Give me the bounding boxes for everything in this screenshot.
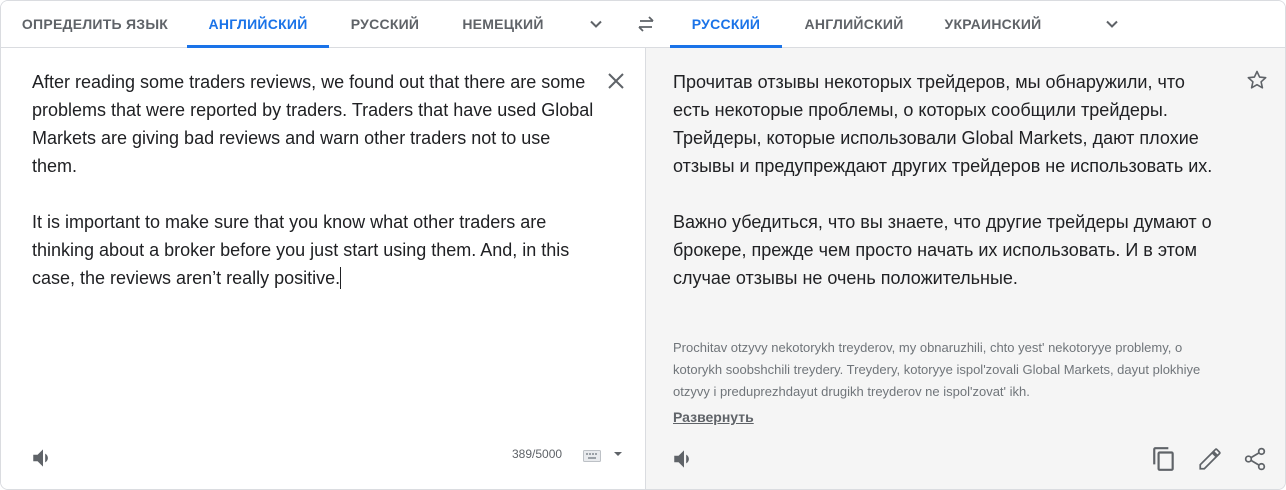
- tab-detect-language[interactable]: ОПРЕДЕЛИТЬ ЯЗЫК: [14, 1, 176, 47]
- tab-target-english[interactable]: АНГЛИЙСКИЙ: [791, 1, 917, 47]
- tab-source-german[interactable]: НЕМЕЦКИЙ: [448, 1, 558, 47]
- source-text: After reading some traders reviews, we f…: [32, 72, 594, 288]
- close-icon[interactable]: [603, 68, 629, 94]
- tab-source-english[interactable]: АНГЛИЙСКИЙ: [187, 1, 329, 48]
- character-count: 389/5000: [512, 447, 563, 461]
- edit-icon[interactable]: [1197, 446, 1223, 472]
- translate-widget: ОПРЕДЕЛИТЬ ЯЗЫК АНГЛИЙСКИЙ РУССКИЙ НЕМЕЦ…: [0, 0, 1286, 490]
- source-panel: After reading some traders reviews, we f…: [1, 48, 645, 489]
- transliteration-text: Prochitav otzyvy nekotorykh treyderov, m…: [673, 340, 1201, 399]
- share-icon[interactable]: [1242, 446, 1268, 472]
- translation-text: Прочитав отзывы некоторых трейдеров, мы …: [673, 72, 1213, 288]
- speaker-icon[interactable]: [30, 445, 56, 471]
- translation-panel: Прочитав отзывы некоторых трейдеров, мы …: [645, 48, 1285, 489]
- keyboard-icon[interactable]: [583, 450, 601, 462]
- tab-target-ukrainian[interactable]: УКРАИНСКИЙ: [931, 1, 1055, 47]
- text-cursor: [340, 267, 342, 289]
- tab-target-russian[interactable]: РУССКИЙ: [670, 1, 782, 48]
- dropdown-caret-icon[interactable]: [612, 448, 624, 460]
- expand-link[interactable]: Развернуть: [673, 409, 754, 425]
- source-more-languages-chevron-down-icon[interactable]: [584, 12, 608, 36]
- target-more-languages-chevron-down-icon[interactable]: [1100, 12, 1124, 36]
- copy-icon[interactable]: [1151, 446, 1177, 472]
- source-text-input[interactable]: After reading some traders reviews, we f…: [32, 68, 597, 292]
- swap-icon[interactable]: [634, 12, 658, 36]
- language-bar: ОПРЕДЕЛИТЬ ЯЗЫК АНГЛИЙСКИЙ РУССКИЙ НЕМЕЦ…: [1, 1, 1285, 48]
- tab-source-russian[interactable]: РУССКИЙ: [337, 1, 433, 47]
- speaker-icon[interactable]: [671, 446, 697, 472]
- star-icon[interactable]: [1245, 68, 1271, 94]
